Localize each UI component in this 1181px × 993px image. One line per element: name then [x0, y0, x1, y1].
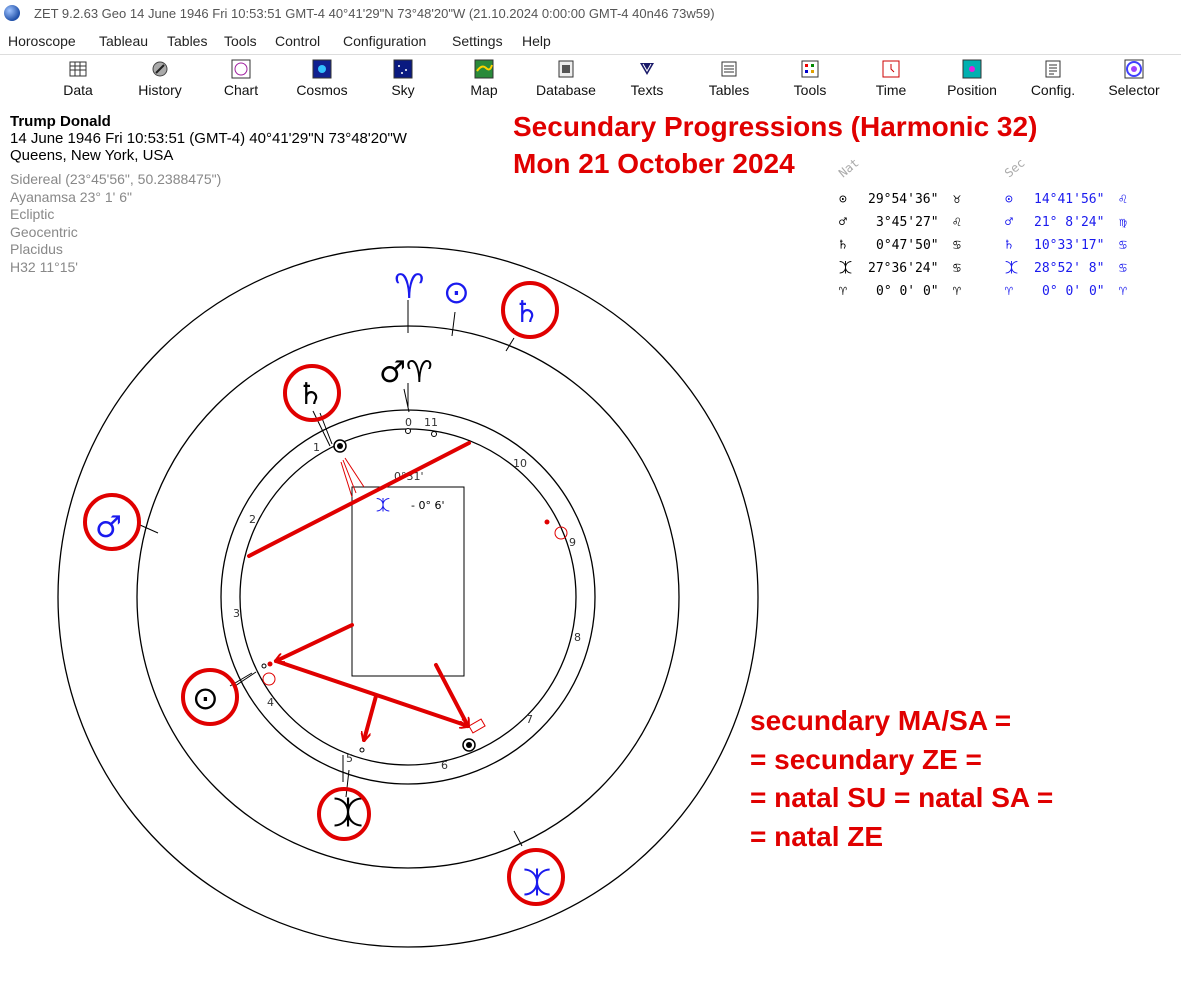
secondary-mars-glyph-chart: ♂ [95, 510, 122, 545]
natal-saturn-sign: ♋ [953, 238, 961, 253]
house-number-2: 2 [249, 513, 256, 526]
secondary-aries-sign: ♈ [1119, 284, 1127, 299]
aspect-annotation: secundary MA/SA = = secundary ZE = = nat… [750, 702, 1053, 856]
natal-zeus-position: 27°36'24" [868, 261, 938, 276]
secondary-zeus-glyph-chart: ⯰ [523, 866, 551, 899]
house-number-10: 10 [513, 457, 527, 470]
house-number-8: 8 [574, 631, 581, 644]
house-number-9: 9 [569, 536, 576, 549]
secondary-aries-glyph-chart: ♈ [394, 267, 424, 307]
natal-mars-position: 3°45'27" [876, 215, 939, 230]
secondary-saturn-glyph-chart: ♄ [513, 295, 540, 330]
annotation-line-1: secundary MA/SA = [750, 705, 1012, 736]
natal-sun-position: 29°54'36" [868, 192, 938, 207]
secondary-sun-sign: ♌ [1119, 192, 1127, 207]
natal-sun-glyph: ⊙ [839, 192, 847, 207]
secondary-saturn-glyph: ♄ [1005, 238, 1013, 253]
natal-column-header: Nat [836, 156, 862, 181]
secondary-positions: ⊙ 14°41'56" ♌ ♂ 21° 8'24" ♍ ♄ 10°33'17" … [1005, 192, 1127, 299]
natal-zeus-glyph: ⯰ [839, 261, 852, 276]
house-number-5: 5 [346, 752, 353, 765]
house-number-3: 3 [233, 607, 240, 620]
secondary-aries-glyph: ♈ [1005, 284, 1013, 299]
house-number-4: 4 [267, 696, 274, 709]
natal-saturn-glyph-chart: ♄ [297, 377, 324, 412]
aspect-box [351, 486, 465, 677]
natal-saturn-glyph: ♄ [839, 238, 847, 253]
natal-sun-sign: ♉ [953, 192, 961, 207]
natal-mars-glyph: ♂ [839, 215, 847, 230]
red-arrow-to-sun [276, 623, 354, 661]
house-number-0: 0 [405, 416, 412, 429]
secondary-sun-glyph: ⊙ [1005, 192, 1013, 207]
house-number-1: 1 [313, 441, 320, 454]
secondary-zeus-sign: ♋ [1119, 261, 1127, 276]
secondary-mars-glyph: ♂ [1005, 215, 1013, 230]
natal-positions: ⊙ 29°54'36" ♉ ♂ 3°45'27" ♌ ♄ 0°47'50" ♋ … [839, 192, 961, 299]
natal-aries-glyph: ♈ [839, 284, 847, 299]
secondary-sun-glyph-chart: ⊙ [443, 273, 470, 311]
secondary-zeus-glyph: ⯰ [1005, 261, 1018, 276]
red-arrow-to-zeus [364, 694, 378, 740]
natal-sun-glyph-chart: ⊙ [192, 679, 219, 717]
secondary-aries-position: 0° 0' 0" [1042, 284, 1105, 299]
secondary-mars-sign: ♍ [1119, 215, 1127, 230]
secondary-zeus-position: 28°52' 8" [1034, 261, 1104, 276]
house-number-11: 11 [424, 416, 438, 429]
annotation-line-3: = natal SU = natal SA = [750, 782, 1054, 813]
natal-saturn-position: 0°47'50" [876, 238, 939, 253]
secondary-column-header: Sec [1002, 156, 1028, 181]
annotation-line-4: = natal ZE [750, 820, 884, 852]
middle-mars-aries-glyphs: ♂♈ [379, 355, 433, 390]
secondary-mars-position: 21° 8'24" [1034, 215, 1104, 230]
box-orb-value: - 0° 6' [411, 499, 444, 512]
secondary-saturn-position: 10°33'17" [1034, 238, 1104, 253]
natal-mars-sign: ♌ [953, 215, 961, 230]
natal-zeus-sign: ♋ [953, 261, 961, 276]
secondary-sun-position: 14°41'56" [1034, 192, 1104, 207]
natal-aries-position: 0° 0' 0" [876, 284, 939, 299]
house-number-7: 7 [526, 713, 533, 726]
box-zeus-glyph: ⯰ [376, 498, 390, 514]
secondary-saturn-sign: ♋ [1119, 238, 1127, 253]
house-number-6: 6 [441, 759, 448, 772]
natal-zeus-glyph-chart: ⯰ [333, 796, 363, 831]
natal-aries-sign: ♈ [953, 284, 961, 299]
annotation-line-2: = secundary ZE = [750, 743, 982, 775]
